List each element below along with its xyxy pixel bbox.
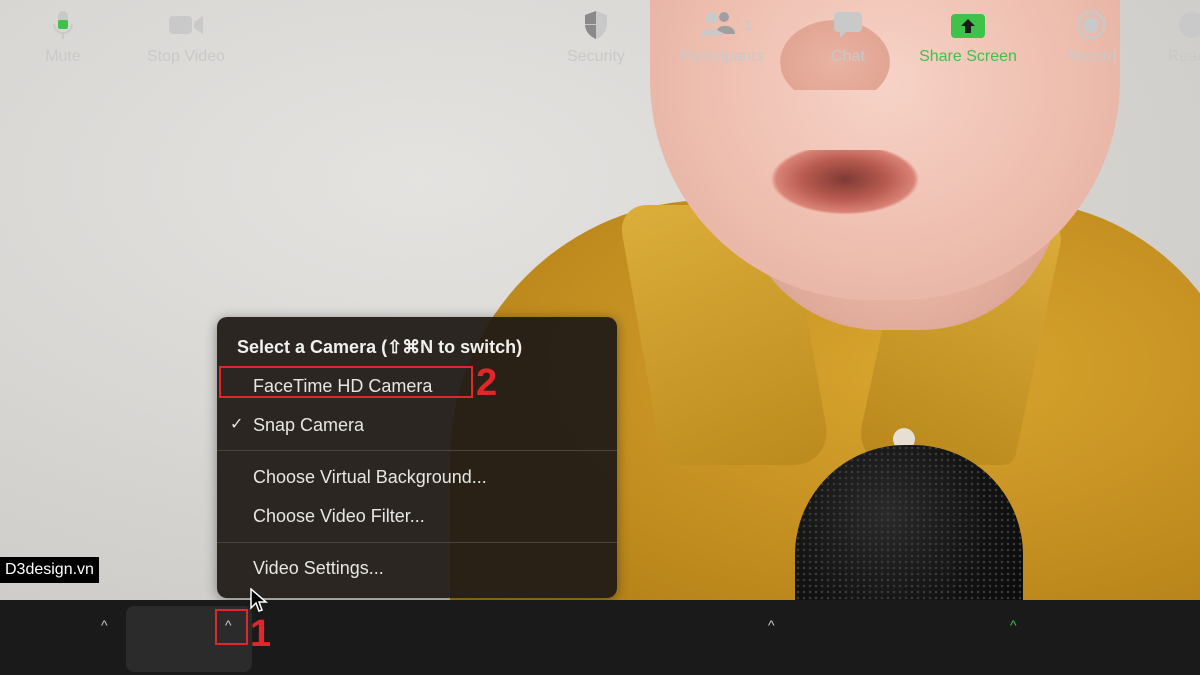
menu-title: Select a Camera (⇧⌘N to switch) xyxy=(237,337,523,357)
annotation-step-1: 1 xyxy=(250,613,272,655)
menu-divider xyxy=(217,542,617,543)
annotation-highlight-video-options xyxy=(215,609,248,645)
choose-virtual-background[interactable]: Choose Virtual Background... xyxy=(217,460,617,494)
video-settings[interactable]: Video Settings... xyxy=(217,551,617,585)
record-button[interactable]: Record xyxy=(1054,0,1128,75)
mute-label: Mute xyxy=(45,48,81,65)
video-camera-icon xyxy=(168,14,204,41)
camera-option-snap[interactable]: ✓ Snap Camera xyxy=(217,408,617,442)
camera-select-menu: Select a Camera (⇧⌘N to switch) FaceTime… xyxy=(217,317,617,598)
chat-label: Chat xyxy=(831,48,865,65)
mouth xyxy=(770,150,920,215)
record-icon xyxy=(1076,10,1106,45)
participants-icon xyxy=(701,10,735,43)
choose-video-filter[interactable]: Choose Video Filter... xyxy=(217,499,617,533)
chevron-up-icon[interactable]: ^ xyxy=(101,617,108,633)
chevron-up-icon[interactable]: ^ xyxy=(1010,617,1017,633)
share-screen-icon xyxy=(951,14,985,43)
menu-item-label: Choose Virtual Background... xyxy=(253,467,487,487)
share-screen-button[interactable]: Share Screen xyxy=(912,0,1024,75)
stop-video-button[interactable]: Stop Video xyxy=(126,0,246,75)
reactions-icon xyxy=(1177,10,1200,45)
chat-icon xyxy=(833,10,863,45)
participants-button[interactable]: 1 Participants xyxy=(672,0,772,75)
camera-option-label: Snap Camera xyxy=(253,415,365,435)
annotation-highlight-facetime xyxy=(219,366,473,398)
checkmark-icon: ✓ xyxy=(230,416,244,433)
security-button[interactable]: Security xyxy=(556,0,636,75)
participants-count: 1 xyxy=(744,17,753,34)
menu-item-label: Video Settings... xyxy=(253,558,384,578)
reactions-button[interactable]: Reac xyxy=(1162,0,1200,75)
shield-icon xyxy=(583,10,609,45)
mouse-pointer-icon xyxy=(250,587,269,619)
microphone-icon xyxy=(51,10,75,47)
record-label: Record xyxy=(1065,48,1117,65)
mute-button[interactable]: Mute xyxy=(30,0,96,75)
menu-item-label: Choose Video Filter... xyxy=(253,506,425,526)
chat-button[interactable]: Chat xyxy=(818,0,878,75)
stop-video-label: Stop Video xyxy=(147,48,225,65)
participant-name-label: D3design.vn xyxy=(0,557,99,583)
reactions-label: Reac xyxy=(1168,48,1200,65)
security-label: Security xyxy=(567,48,625,65)
menu-divider xyxy=(217,450,617,451)
annotation-step-2: 2 xyxy=(476,362,498,404)
participants-label: Participants xyxy=(680,48,764,65)
share-screen-label: Share Screen xyxy=(919,48,1017,65)
chevron-up-icon[interactable]: ^ xyxy=(768,617,775,633)
